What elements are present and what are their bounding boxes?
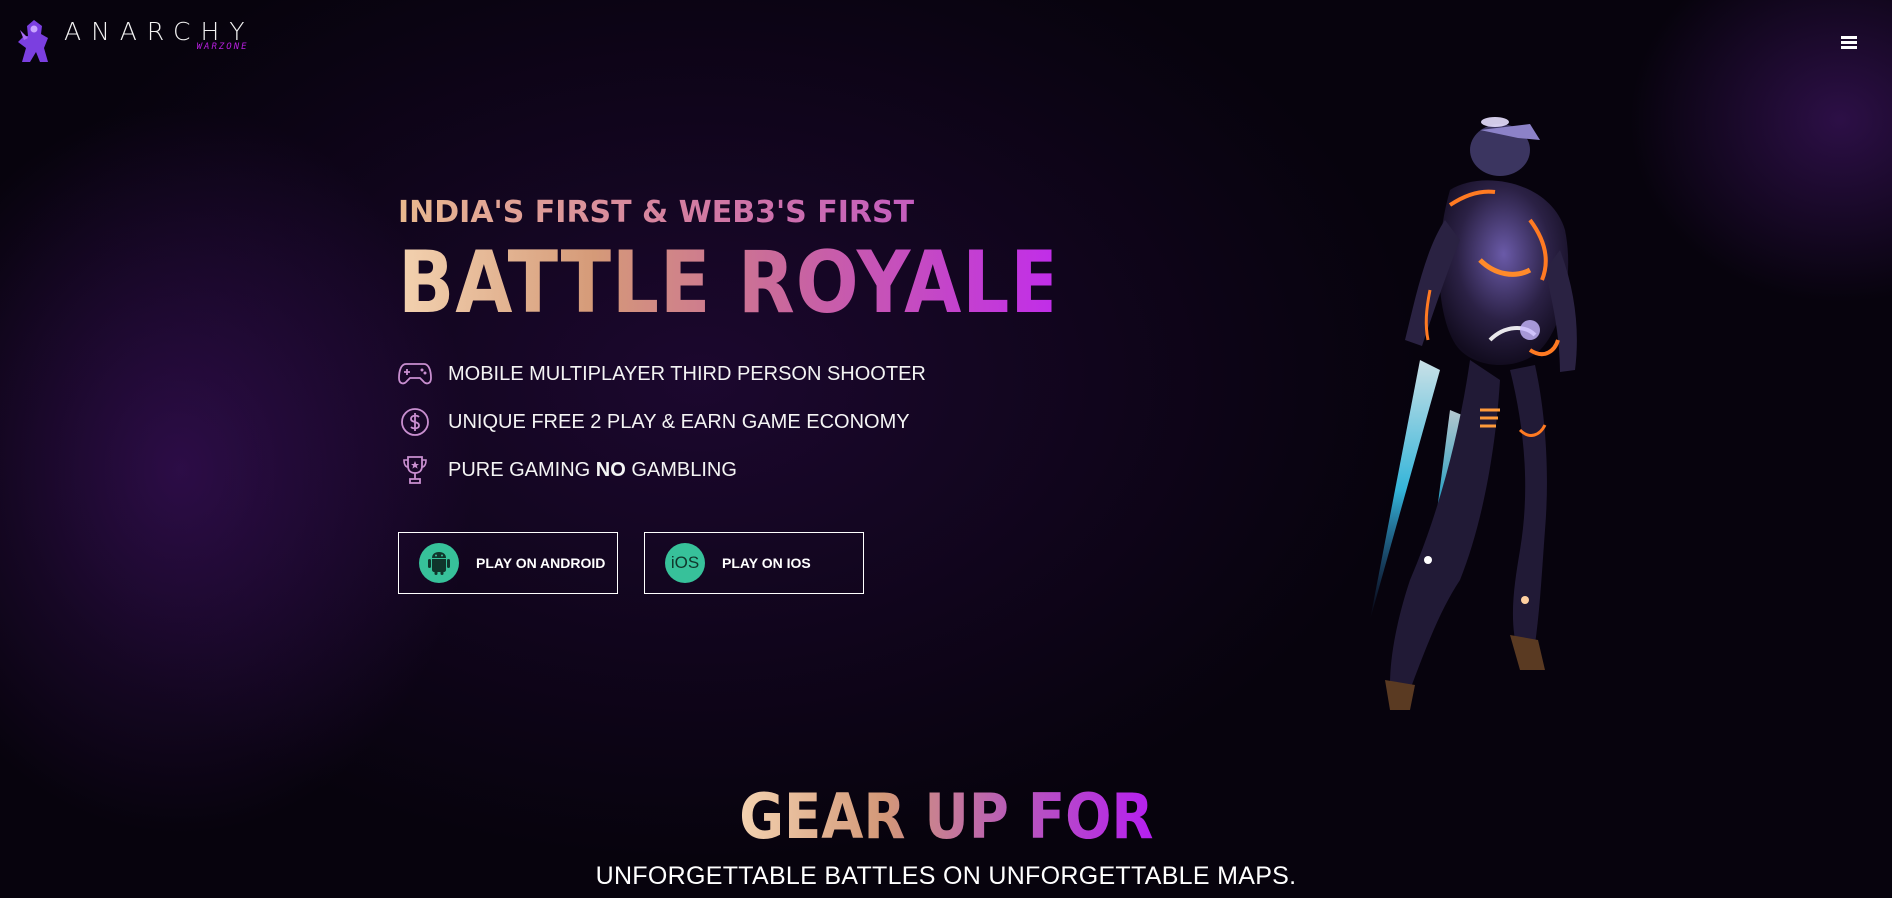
feature-text: UNIQUE FREE 2 PLAY & EARN GAME ECONOMY — [448, 410, 910, 433]
logo-subtitle: WARZONE — [196, 42, 249, 52]
hamburger-menu-icon — [1838, 36, 1860, 49]
site-logo[interactable]: ANARCHY WARZONE — [14, 18, 255, 64]
play-android-label: PLAY ON ANDROID — [476, 555, 606, 571]
hero-section: INDIA'S FIRST & WEB3'S FIRST BATTLE ROYA… — [398, 194, 1158, 594]
play-android-button[interactable]: PLAY ON ANDROID — [398, 532, 618, 594]
android-icon — [419, 543, 459, 583]
character-artwork — [1370, 117, 1577, 710]
play-ios-label: PLAY ON IOS — [722, 555, 811, 571]
feature-item: UNIQUE FREE 2 PLAY & EARN GAME ECONOMY — [398, 398, 1158, 446]
feature-text: MOBILE MULTIPLAYER THIRD PERSON SHOOTER — [448, 362, 926, 385]
dollar-coin-icon — [398, 405, 432, 439]
ios-icon: iOS — [665, 543, 705, 583]
hamburger-menu-button[interactable] — [1838, 36, 1860, 54]
play-ios-button[interactable]: iOS PLAY ON IOS — [644, 532, 864, 594]
gamepad-icon — [398, 357, 432, 391]
feature-text-emphasis: NO — [595, 458, 626, 481]
trophy-icon — [398, 453, 432, 487]
feature-text: PURE GAMING NO GAMBLING — [448, 458, 737, 481]
section-subtitle: UNFORGETTABLE BATTLES ON UNFORGETTABLE M… — [595, 862, 1297, 890]
feature-list: MOBILE MULTIPLAYER THIRD PERSON SHOOTER … — [398, 350, 1158, 494]
store-buttons: PLAY ON ANDROID iOS PLAY ON IOS — [398, 532, 1158, 594]
hero-eyebrow: INDIA'S FIRST & WEB3'S FIRST — [398, 194, 1158, 232]
hero-title: BATTLE ROYALE — [398, 233, 1062, 333]
feature-item: PURE GAMING NO GAMBLING — [398, 446, 1158, 494]
feature-item: MOBILE MULTIPLAYER THIRD PERSON SHOOTER — [398, 350, 1158, 398]
warrior-logo-icon — [18, 20, 48, 62]
section-title: GEAR UP FOR — [738, 780, 1154, 853]
